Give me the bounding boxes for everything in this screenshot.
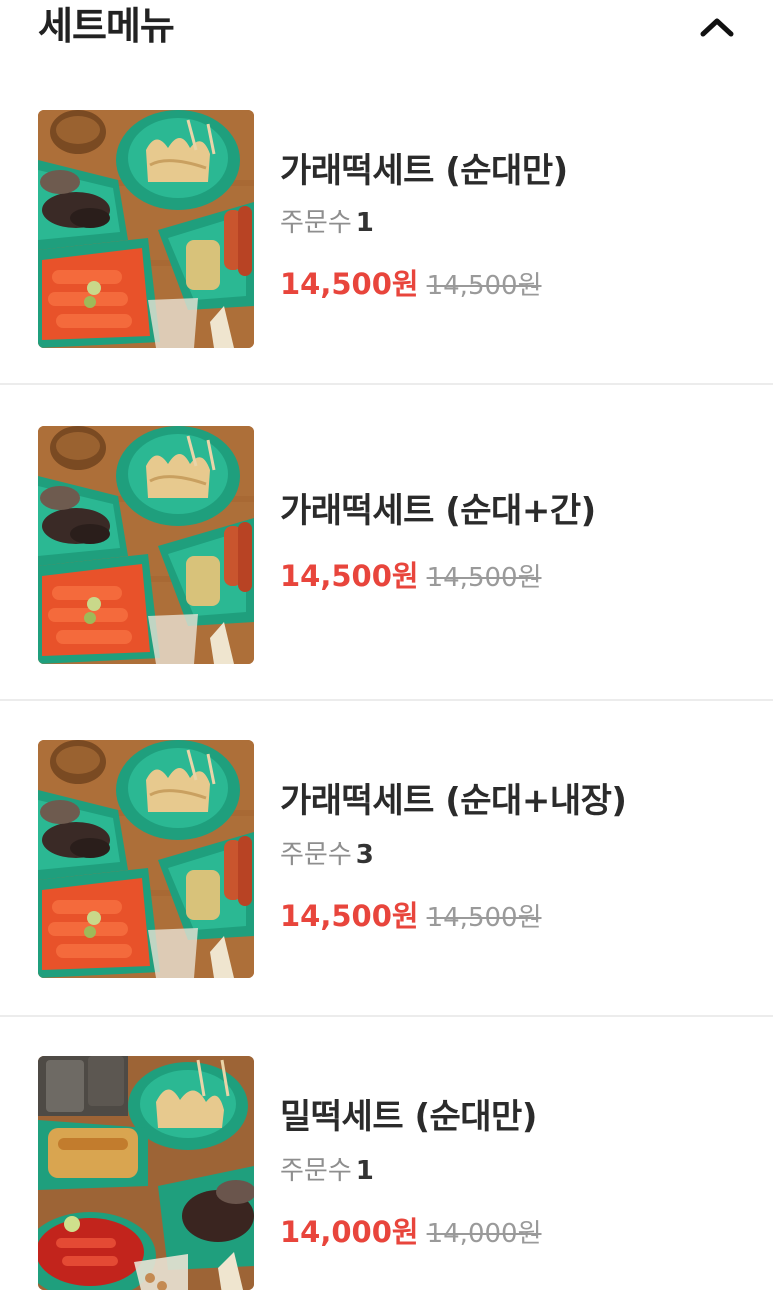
sale-price: 14,000원 [280, 1215, 419, 1249]
original-price: 14,500원 [426, 271, 542, 301]
sale-price: 14,500원 [280, 559, 419, 593]
order-count-label: 주문수 [280, 1156, 352, 1186]
menu-item-photo [38, 1056, 254, 1290]
original-price: 14,500원 [426, 903, 542, 933]
menu-item[interactable]: 밀떡세트 (순대만) 주문수 1 14,000원 14,000원 [0, 1018, 773, 1290]
price-row: 14,500원 14,500원 [280, 558, 542, 599]
order-count-label: 주문수 [280, 840, 352, 870]
divider [0, 383, 773, 385]
original-price: 14,000원 [426, 1219, 542, 1249]
menu-item-name: 밀떡세트 (순대만) [280, 1097, 537, 1137]
menu-item-photo [38, 426, 254, 664]
order-count-value: 3 [355, 840, 374, 870]
chevron-up-icon[interactable] [694, 8, 740, 48]
price-row: 14,500원 14,500원 [280, 266, 542, 307]
menu-item[interactable]: 가래떡세트 (순대+내장) 주문수 3 14,500원 14,500원 [0, 702, 773, 1017]
menu-item-photo [38, 110, 254, 348]
section-title: 세트메뉴 [38, 4, 175, 48]
price-row: 14,500원 14,500원 [280, 898, 542, 939]
order-count: 주문수 1 [280, 206, 374, 240]
divider [0, 699, 773, 701]
menu-item-name: 가래떡세트 (순대+간) [280, 491, 596, 531]
order-count: 주문수 1 [280, 1154, 374, 1188]
menu-item[interactable]: 가래떡세트 (순대만) 주문수 1 14,500원 14,500원 [0, 70, 773, 385]
order-count-value: 1 [355, 1156, 374, 1186]
menu-item-name: 가래떡세트 (순대+내장) [280, 781, 627, 821]
section-header: 세트메뉴 [0, 0, 773, 60]
order-count: 주문수 3 [280, 838, 374, 872]
sale-price: 14,500원 [280, 267, 419, 301]
menu-item[interactable]: 가래떡세트 (순대+간) 14,500원 14,500원 [0, 386, 773, 701]
order-count-label: 주문수 [280, 208, 352, 238]
sale-price: 14,500원 [280, 899, 419, 933]
original-price: 14,500원 [426, 563, 542, 593]
price-row: 14,000원 14,000원 [280, 1214, 542, 1255]
menu-item-photo [38, 740, 254, 978]
menu-item-name: 가래떡세트 (순대만) [280, 151, 568, 191]
divider [0, 1015, 773, 1017]
order-count-value: 1 [355, 208, 374, 238]
